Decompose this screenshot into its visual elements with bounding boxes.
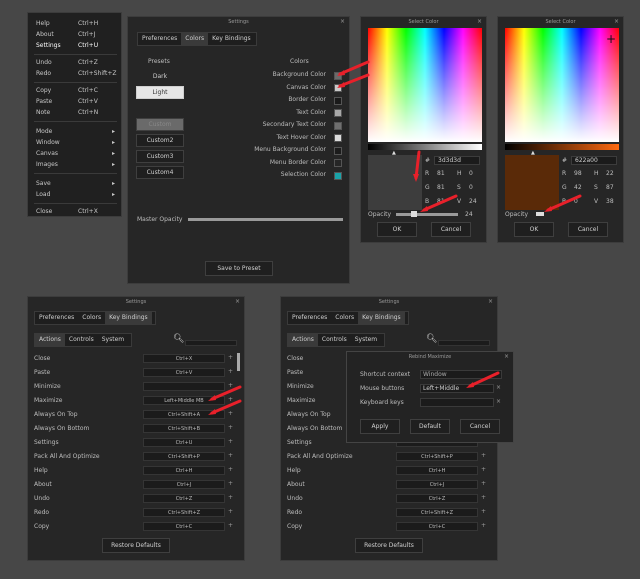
arrow-annotation — [208, 385, 242, 401]
arrow-annotation — [337, 73, 370, 88]
arrow-annotation — [337, 60, 370, 76]
annotation-arrows — [208, 60, 582, 415]
arrow-annotation — [466, 371, 500, 388]
arrow-annotation — [208, 399, 242, 415]
arrow-annotation — [413, 150, 421, 182]
arrow-annotation — [420, 194, 458, 212]
arrow-annotation — [544, 194, 582, 212]
